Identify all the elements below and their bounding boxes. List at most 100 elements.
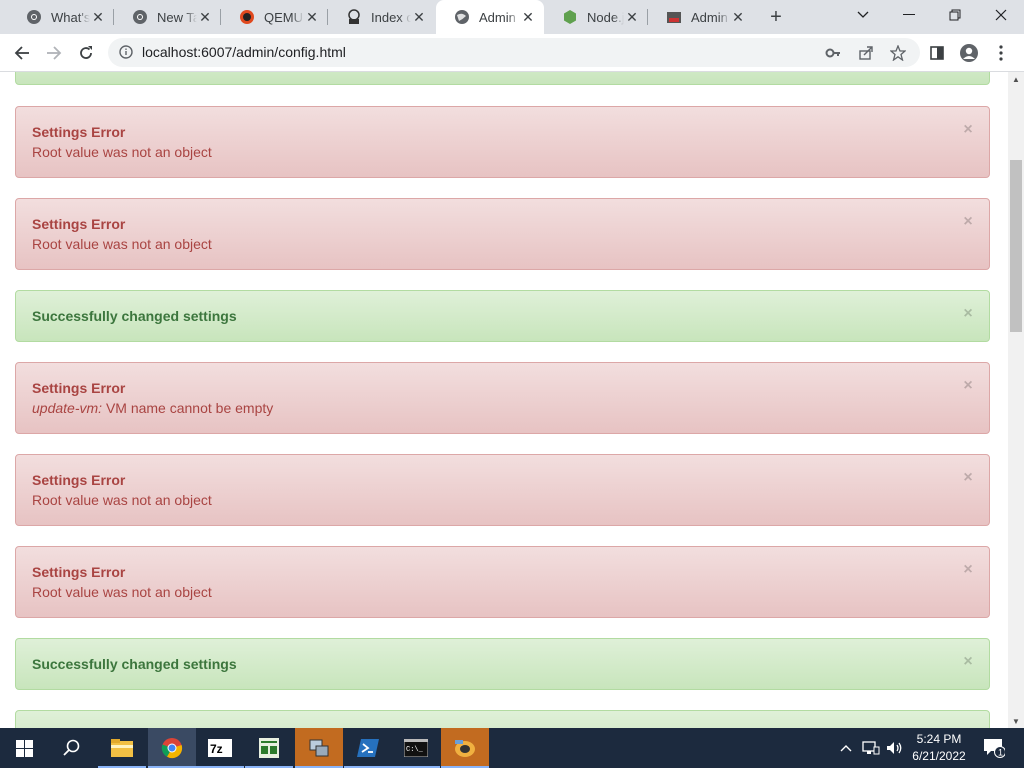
volume-icon[interactable] [884, 728, 906, 768]
alert-heading: Settings Error [32, 564, 126, 580]
alert-heading: Successfully changed settings [32, 656, 237, 672]
alert-error: Settings Error Root value was not an obj… [15, 454, 990, 526]
alert-message: Root value was not an object [32, 492, 212, 508]
tab-title: What's New [51, 9, 90, 25]
scroll-up-arrow-icon[interactable]: ▲ [1008, 72, 1024, 86]
search-icon[interactable] [48, 728, 96, 768]
tab-title: Index of / [371, 9, 411, 25]
tab-title: New Tab [157, 9, 197, 25]
terminal-icon[interactable]: C:\_ [392, 728, 440, 768]
clock-time: 5:24 PM [916, 732, 962, 746]
close-tab-icon[interactable]: ✕ [197, 9, 213, 25]
tab-new-tab[interactable]: New Tab ✕ [114, 0, 221, 34]
tab-index-of[interactable]: Index of / ✕ [328, 0, 435, 34]
notepad-icon[interactable] [245, 728, 293, 768]
tab-qemu[interactable]: QEMU for Windows ✕ [221, 0, 328, 34]
close-tab-icon[interactable]: ✕ [730, 9, 746, 25]
reload-icon[interactable] [73, 40, 99, 66]
alert-message: Root value was not an object [32, 144, 212, 160]
new-tab-button[interactable]: + [764, 6, 788, 28]
menu-dots-icon[interactable] [990, 42, 1012, 64]
restore-button[interactable] [932, 0, 978, 30]
scroll-down-arrow-icon[interactable]: ▼ [1008, 714, 1024, 728]
bookmark-star-icon[interactable] [889, 44, 907, 62]
notification-count: 1 [998, 748, 1003, 758]
page-scrollbar[interactable]: ▲ ▼ [1008, 72, 1024, 728]
alert-error: Settings Error Root value was not an obj… [15, 106, 990, 178]
tab-title: QEMU for Windows [264, 9, 304, 25]
minimize-button[interactable] [886, 0, 932, 30]
index-icon [346, 9, 362, 25]
tab-whats-new[interactable]: What's New ✕ [8, 0, 114, 34]
close-icon[interactable]: × [961, 213, 975, 230]
alert-success: Successfully changed settings × [15, 638, 990, 690]
success-alert-partial [15, 710, 990, 728]
clock-date: 6/21/2022 [912, 749, 966, 763]
tab-strip: What's New ✕ New Tab ✕ QEMU for Windows … [0, 0, 1024, 34]
alert-heading: Settings Error [32, 124, 126, 140]
notifications-icon[interactable]: 1 [980, 728, 1008, 768]
alert-heading: Successfully changed settings [32, 308, 237, 324]
tab-title: Admin Panel [691, 9, 730, 25]
close-tab-icon[interactable]: ✕ [411, 9, 427, 25]
alert-error: Settings Error update-vm: VM name cannot… [15, 362, 990, 434]
globe-icon [454, 9, 470, 25]
close-icon[interactable]: × [961, 469, 975, 486]
scrollbar-thumb[interactable] [1010, 160, 1022, 332]
close-tab-icon[interactable]: ✕ [520, 9, 536, 25]
tab-nodejs[interactable]: Node.js ✕ [544, 0, 648, 34]
back-arrow-icon[interactable] [9, 40, 35, 66]
tab-admin[interactable]: Admin Panel ✕ [648, 0, 754, 34]
close-icon[interactable]: × [961, 561, 975, 578]
site-info-icon[interactable] [118, 44, 134, 60]
browser-toolbar: localhost:6007/admin/config.html [0, 34, 1024, 72]
qemu-app-icon[interactable] [441, 728, 489, 768]
side-panel-icon[interactable] [926, 42, 948, 64]
tab-search-icon[interactable] [840, 0, 886, 30]
show-hidden-icons-icon[interactable] [836, 728, 856, 768]
alert-success: Successfully changed settings × [15, 290, 990, 342]
forward-arrow-icon[interactable] [41, 40, 67, 66]
windows-start-icon[interactable] [0, 728, 48, 768]
qemu-icon [239, 9, 255, 25]
alert-heading: Settings Error [32, 472, 126, 488]
alert-error: Settings Error Root value was not an obj… [15, 546, 990, 618]
close-icon[interactable]: × [961, 121, 975, 138]
network-icon[interactable] [860, 728, 882, 768]
close-icon[interactable]: × [961, 305, 975, 322]
share-icon[interactable] [857, 44, 875, 62]
nodejs-icon [562, 9, 578, 25]
tab-admin-active[interactable]: Admin Panel ✕ [436, 0, 544, 34]
alert-heading: Settings Error [32, 380, 126, 396]
7zip-icon[interactable]: 7z [196, 728, 244, 768]
windows-taskbar: 7z C:\_ 5:24 PM 6/21/2022 1 [0, 728, 1024, 768]
alert-message-prefix: update-vm: [32, 400, 103, 416]
key-icon[interactable] [824, 44, 842, 62]
alert-heading: Settings Error [32, 216, 126, 232]
success-alert-partial [15, 72, 990, 85]
close-icon[interactable]: × [961, 377, 975, 394]
network-app-icon[interactable] [295, 728, 343, 768]
taskbar-clock[interactable]: 5:24 PM 6/21/2022 [906, 731, 972, 765]
close-tab-icon[interactable]: ✕ [90, 9, 106, 25]
admin-icon [666, 9, 682, 25]
file-explorer-icon[interactable] [98, 728, 146, 768]
chrome-icon [132, 9, 148, 25]
page-content: Settings Error Root value was not an obj… [0, 72, 1008, 728]
url-text[interactable]: localhost:6007/admin/config.html [142, 44, 346, 60]
chrome-icon [26, 9, 42, 25]
tab-title: Node.js [587, 9, 624, 25]
chrome-taskbar-icon[interactable] [148, 728, 196, 768]
tab-title: Admin Panel [479, 9, 520, 25]
alert-message: Root value was not an object [32, 236, 212, 252]
profile-avatar-icon[interactable] [958, 42, 980, 64]
alert-error: Settings Error Root value was not an obj… [15, 198, 990, 270]
close-window-button[interactable] [978, 0, 1024, 30]
close-tab-icon[interactable]: ✕ [304, 9, 320, 25]
powershell-icon[interactable] [344, 728, 392, 768]
alert-message-text: VM name cannot be empty [105, 400, 274, 416]
close-icon[interactable]: × [961, 653, 975, 670]
close-tab-icon[interactable]: ✕ [624, 9, 640, 25]
svg-text:7z: 7z [210, 742, 223, 756]
address-bar[interactable]: localhost:6007/admin/config.html [108, 38, 920, 67]
